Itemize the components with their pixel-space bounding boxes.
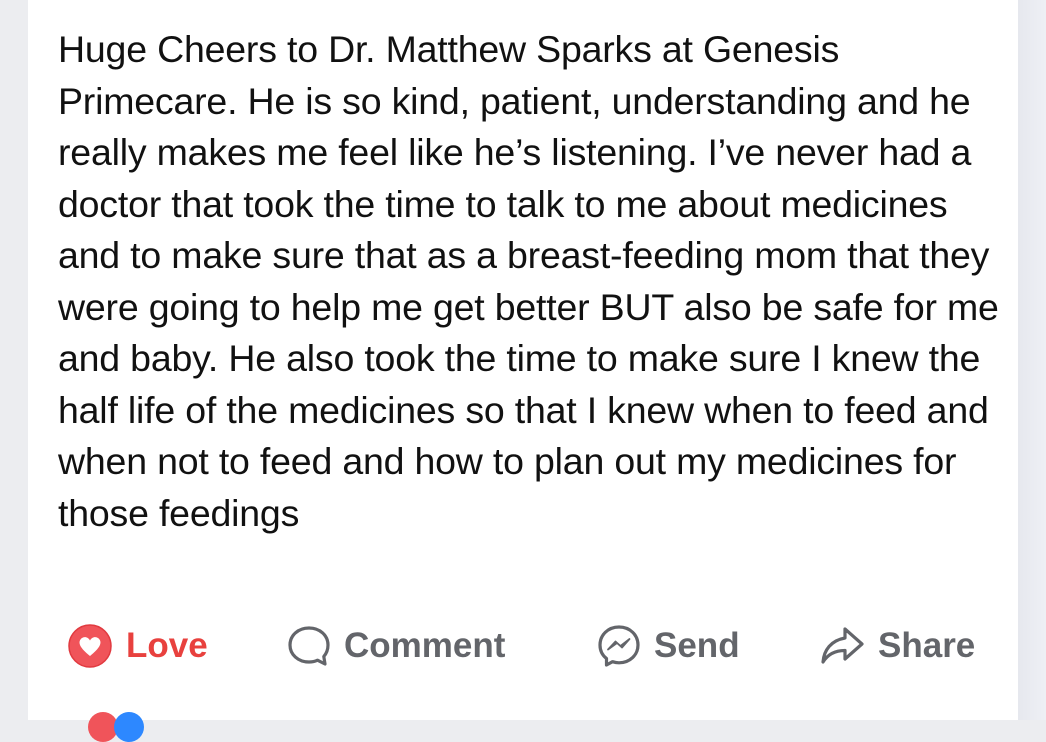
send-label: Send <box>654 626 740 665</box>
comment-label: Comment <box>344 626 506 665</box>
post-action-bar: Love Comment Send Share <box>66 618 996 674</box>
comment-button[interactable]: Comment <box>286 618 505 674</box>
share-button[interactable]: Share <box>818 618 975 674</box>
post-card: Huge Cheers to Dr. Matthew Sparks at Gen… <box>28 0 1018 742</box>
share-label: Share <box>878 626 976 665</box>
love-label: Love <box>126 626 208 665</box>
messenger-icon <box>596 623 642 669</box>
comment-bubble-icon <box>286 623 332 669</box>
heart-reaction-icon <box>66 622 114 670</box>
post-text: Huge Cheers to Dr. Matthew Sparks at Gen… <box>58 28 999 534</box>
share-arrow-icon <box>818 623 866 669</box>
like-reaction-icon <box>114 712 144 742</box>
love-button[interactable]: Love <box>66 618 208 674</box>
send-button[interactable]: Send <box>596 618 740 674</box>
reactions-summary <box>88 712 168 742</box>
background-edge <box>1018 0 1046 720</box>
